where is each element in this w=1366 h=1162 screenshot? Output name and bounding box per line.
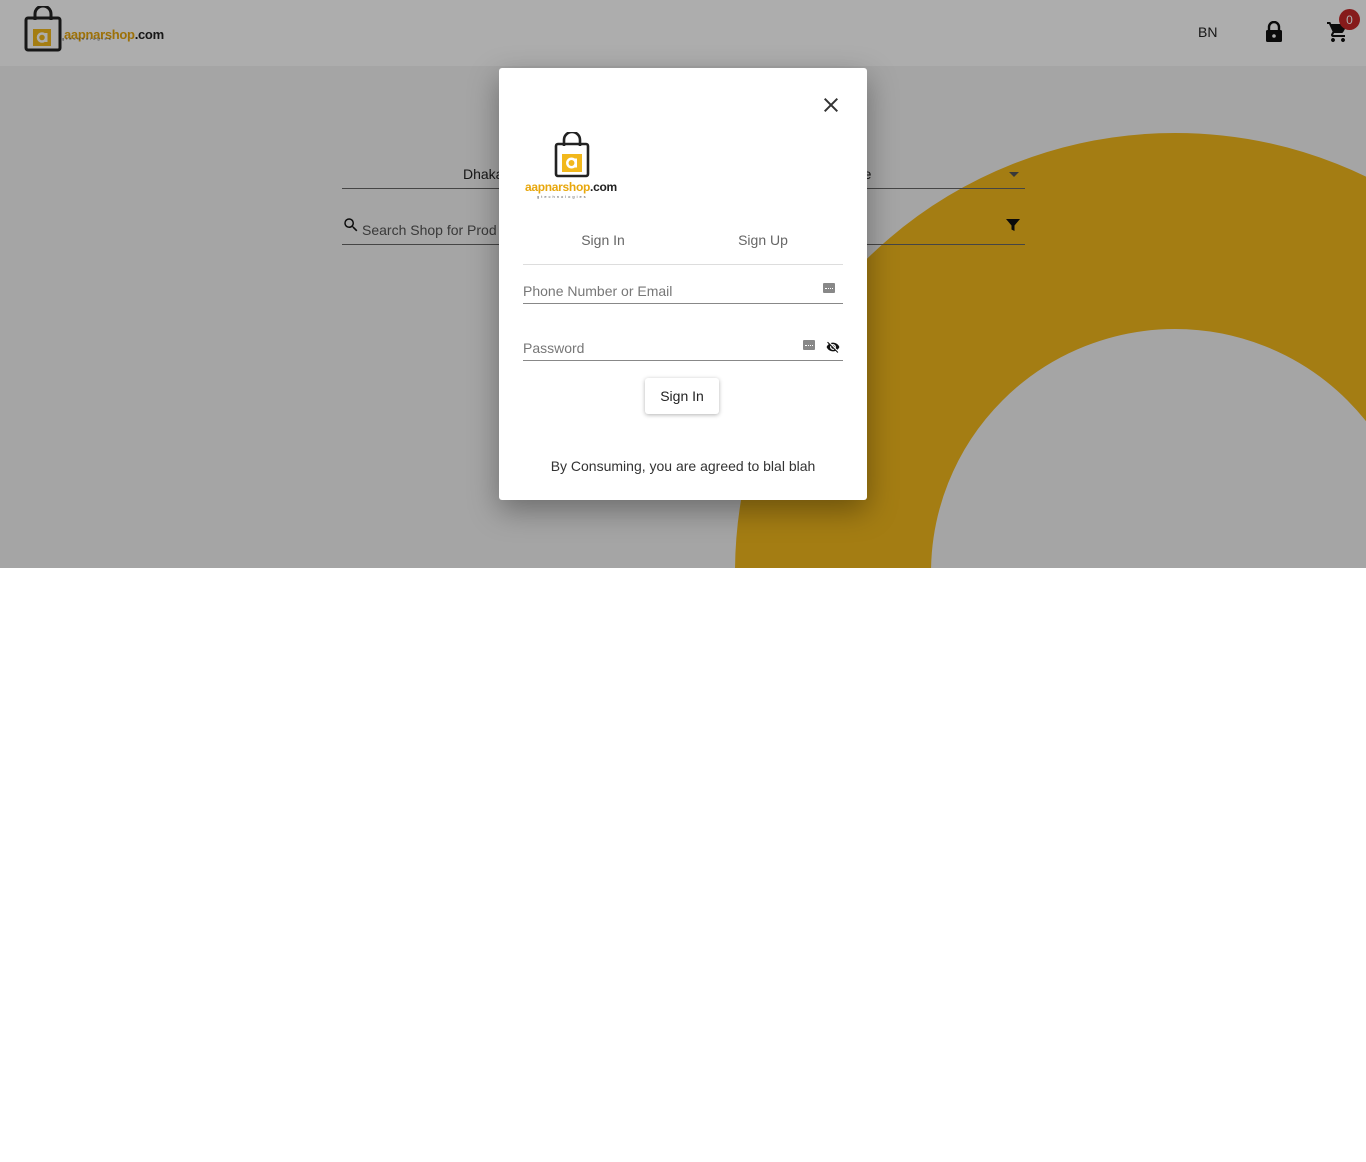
terms-text: By Consuming, you are agreed to blal bla…: [550, 458, 816, 474]
password-input[interactable]: [523, 340, 803, 356]
visibility-off-icon[interactable]: [825, 340, 841, 354]
keyboard-autofill-icon[interactable]: [803, 340, 815, 350]
identity-field: [523, 277, 843, 304]
dialog-logo-tagline: gtechnologies: [537, 194, 588, 199]
phone-email-input[interactable]: [523, 283, 803, 299]
tab-sign-up[interactable]: Sign Up: [683, 228, 843, 264]
sign-in-button[interactable]: Sign In: [645, 378, 719, 414]
dialog-logo: aapnarshop.com gtechnologies: [523, 132, 633, 200]
tab-sign-in[interactable]: Sign In: [523, 228, 683, 264]
shopping-bag-icon: [554, 132, 590, 178]
dialog-logo-wordmark: aapnarshop.com: [525, 180, 617, 194]
password-field: [523, 334, 843, 361]
auth-tabs: Sign In Sign Up: [523, 228, 843, 265]
close-icon[interactable]: [819, 93, 843, 117]
keyboard-autofill-icon[interactable]: [823, 283, 835, 293]
auth-dialog: aapnarshop.com gtechnologies Sign In Sig…: [499, 68, 867, 500]
